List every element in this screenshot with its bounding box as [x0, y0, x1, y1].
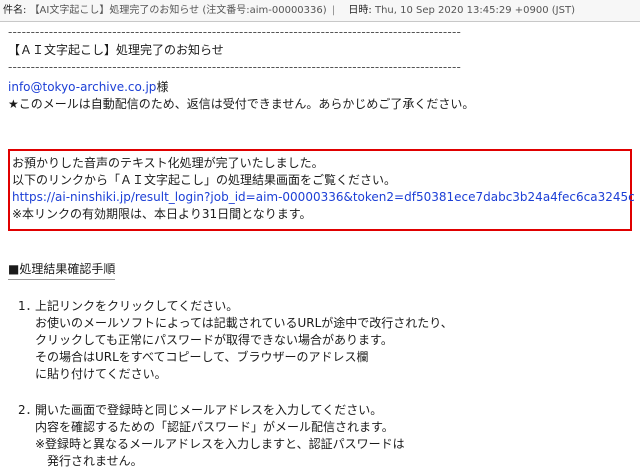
header-separator: |	[331, 5, 336, 16]
box-line-4: ※本リンクの有効期限は、本日より31日間となります。	[12, 207, 312, 221]
step2-line-2: 内容を確認するための「認証パスワード」がメール配信されます。	[35, 420, 394, 434]
auto-reply-notice: ★このメールは自動配信のため、返信は受付できません。あらかじめご了承ください。	[8, 97, 475, 111]
box-line-2: 以下のリンクから「ＡＩ文字起こし」の処理結果画面をご覧ください。	[12, 173, 397, 187]
email-body: ----------------------------------------…	[8, 21, 640, 469]
step2-line-3: ※登録時と異なるメールアドレスを入力しますと、認証パスワードは	[35, 437, 405, 451]
box-line-1: お預かりした音声のテキスト化処理が完了いたしました。	[12, 156, 324, 170]
date-value: Thu, 10 Sep 2020 13:45:29 +0900 (JST)	[374, 5, 575, 16]
recipient-line: info@tokyo-archive.co.jp様	[8, 79, 168, 96]
subject-value: 【AI文字起こし】処理完了のお知らせ (注文番号:aim-00000336)	[29, 5, 327, 16]
email-title: 【ＡＩ文字起こし】処理完了のお知らせ	[8, 43, 224, 57]
section-title: ■処理結果確認手順	[8, 261, 116, 280]
step1-line-3: クリックしても正常にパスワードが取得できない場合があります。	[35, 333, 393, 347]
step2-line-4: 発行されません。	[47, 454, 143, 468]
step1-line-1: 上記リンクをクリックしてください。	[35, 299, 239, 313]
date-label: 日時:	[348, 5, 372, 16]
email-header: 件名: 【AI文字起こし】処理完了のお知らせ (注文番号:aim-0000033…	[0, 0, 640, 22]
divider-top: ----------------------------------------…	[8, 25, 462, 39]
divider-bottom: ----------------------------------------…	[8, 60, 462, 74]
box-result-link-line: https://ai-ninshiki.jp/result_login?job_…	[12, 189, 635, 206]
recipient-email-link[interactable]: info@tokyo-archive.co.jp	[8, 80, 156, 94]
step1-line-2: お使いのメールソフトによっては記載されているURLが途中で改行されたり、	[35, 316, 453, 330]
highlight-box: お預かりした音声のテキスト化処理が完了いたしました。 以下のリンクから「ＡＩ文字…	[8, 149, 635, 231]
step1-line-5: に貼り付けてください。	[35, 367, 167, 381]
step2-line-1: 開いた画面で登録時と同じメールアドレスを入力してください。	[35, 403, 383, 417]
recipient-suffix: 様	[156, 80, 169, 94]
result-link[interactable]: https://ai-ninshiki.jp/result_login?job_…	[12, 190, 635, 204]
step1-line-4: その場合はURLをすべてコピーして、ブラウザーのアドレス欄	[35, 350, 369, 364]
subject-label: 件名:	[3, 5, 27, 16]
